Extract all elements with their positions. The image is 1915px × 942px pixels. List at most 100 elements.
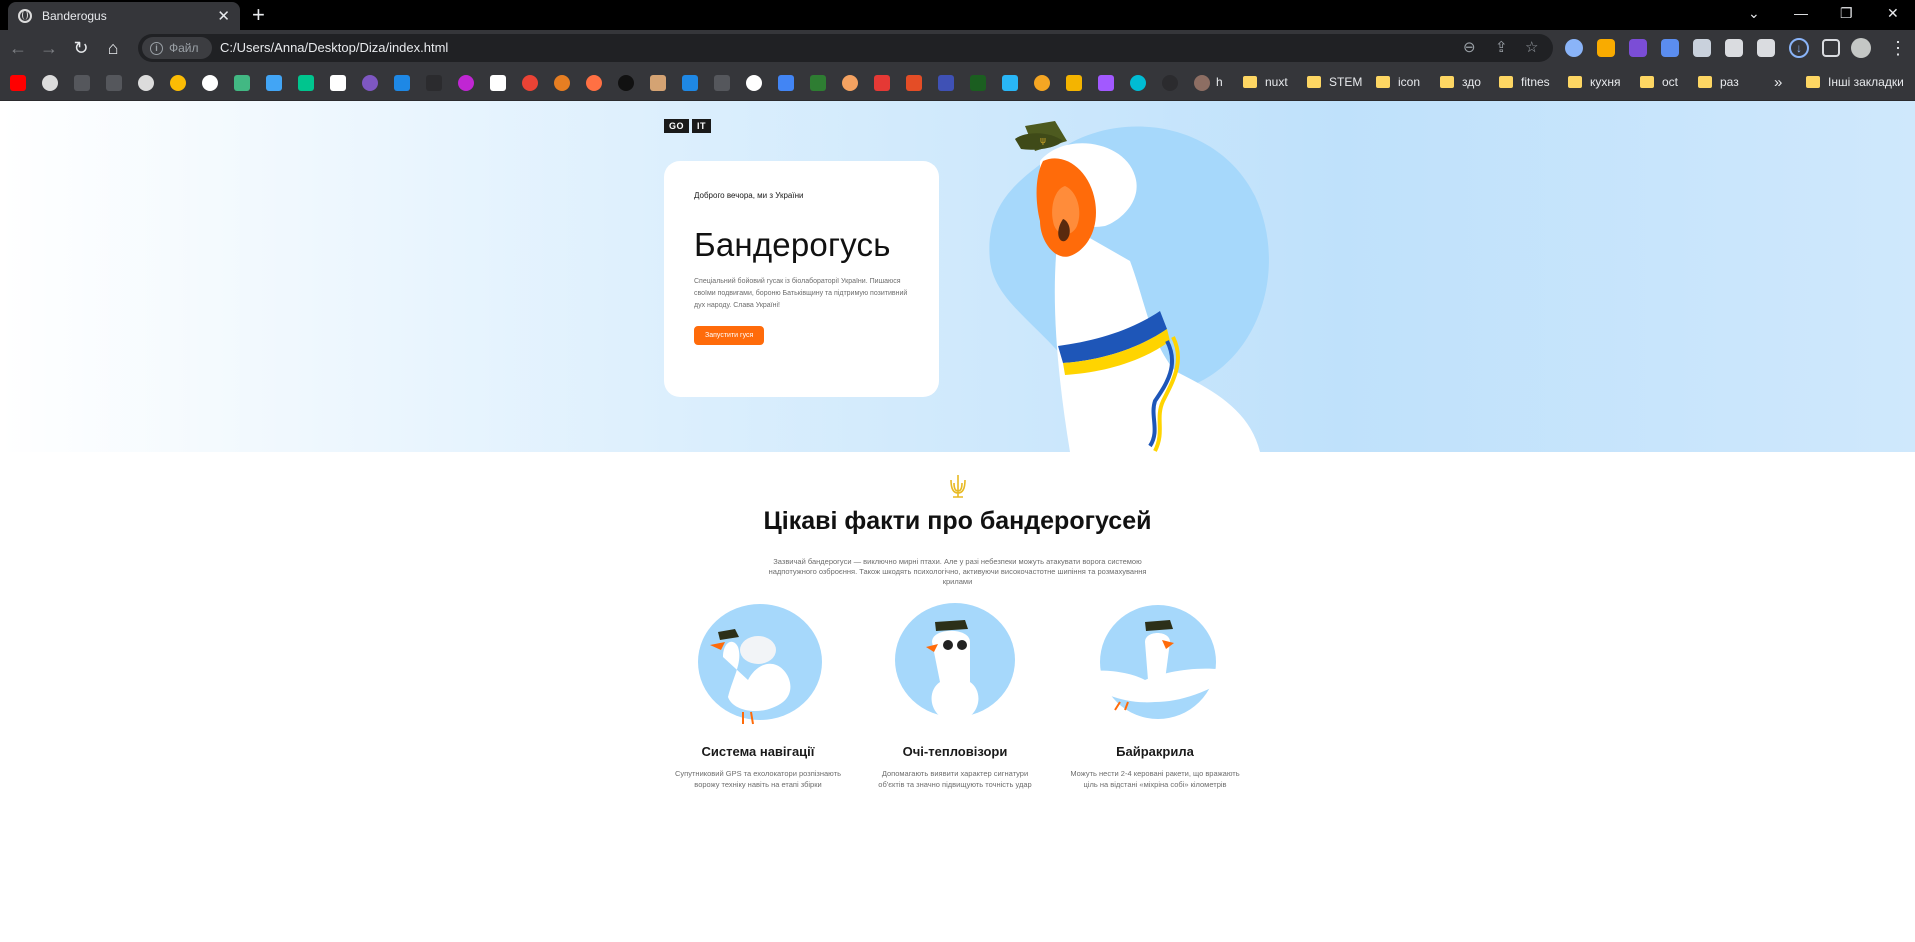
hero-subtitle: Доброго вечора, ми з України — [694, 191, 804, 200]
home-button[interactable]: ⌂ — [101, 36, 125, 60]
tab-search-icon[interactable]: ⌄ — [1748, 2, 1760, 24]
bookmark-icon[interactable] — [1130, 75, 1146, 91]
minimize-button[interactable]: — — [1794, 2, 1808, 24]
bookmark-icon[interactable] — [458, 75, 474, 91]
zoom-icon[interactable]: ⊖ — [1463, 38, 1476, 58]
folder-label: icon — [1398, 75, 1421, 89]
bookmark-icon[interactable] — [394, 75, 410, 91]
feature-text: Допомагають виявити характер сигнатури о… — [878, 769, 1032, 789]
bookmark-folder[interactable]: fitnes — [1499, 75, 1550, 89]
extension-icon[interactable] — [1629, 39, 1647, 57]
bookmark-folder[interactable]: раз — [1698, 75, 1739, 89]
close-icon[interactable]: ✕ — [217, 9, 230, 24]
media-icon[interactable] — [1757, 39, 1775, 57]
extension-icon[interactable] — [1597, 39, 1615, 57]
extension-icon[interactable] — [1565, 39, 1583, 57]
bookmark-folder[interactable]: STEM — [1307, 75, 1362, 89]
bulb-icon[interactable] — [170, 75, 186, 91]
extension-icon[interactable] — [1661, 39, 1679, 57]
vuetify-icon[interactable] — [266, 75, 282, 91]
bookmark-icon[interactable] — [522, 75, 538, 91]
vue-icon[interactable] — [234, 75, 250, 91]
hero-section: GO IT Доброго вечора, ми з України Банде… — [0, 101, 1915, 452]
bookmark-icon[interactable] — [746, 75, 762, 91]
profile-icon[interactable] — [1851, 38, 1871, 58]
bookmark-icon[interactable] — [74, 75, 90, 91]
browser-tab[interactable]: Banderogus ✕ — [8, 2, 240, 30]
browser-toolbar: ← → ↻ ⌂ i Файл C:/Users/Anna/Desktop/Diz… — [0, 30, 1915, 66]
feature-text: Супутниковий GPS та ехолокатори розпізна… — [675, 769, 841, 789]
bookmark-icon[interactable] — [874, 75, 890, 91]
side-panel-icon[interactable] — [1822, 39, 1840, 57]
bookmark-star-icon[interactable]: ☆ — [1525, 38, 1538, 58]
trident-icon — [950, 475, 966, 498]
address-bar[interactable]: i Файл C:/Users/Anna/Desktop/Diza/index.… — [138, 34, 1553, 62]
folder-label: раз — [1720, 75, 1739, 89]
bookmark-icon[interactable] — [842, 75, 858, 91]
translate-icon[interactable] — [778, 75, 794, 91]
bookmark-icon[interactable] — [1002, 75, 1018, 91]
globe-icon — [18, 9, 32, 23]
bookmark-folder[interactable]: кухня — [1568, 75, 1621, 89]
url-text[interactable]: C:/Users/Anna/Desktop/Diza/index.html — [220, 40, 448, 55]
browser-titlebar: Banderogus ✕ + ⌄ — ❐ ✕ — [0, 0, 1915, 30]
bookmark-icon[interactable] — [202, 75, 218, 91]
bookmark-icon[interactable] — [1194, 75, 1210, 91]
puzzle-icon[interactable] — [1725, 39, 1743, 57]
bookmark-icon[interactable] — [810, 75, 826, 91]
bookmarks-overflow-button[interactable]: » — [1774, 74, 1782, 91]
bookmark-h[interactable]: h — [1216, 75, 1223, 89]
nuxt-icon[interactable] — [298, 75, 314, 91]
feature-title: Байракрила — [1116, 744, 1194, 759]
share-icon[interactable]: ⇪ — [1495, 38, 1508, 58]
youtube-icon[interactable] — [10, 75, 26, 91]
back-button[interactable]: ← — [6, 36, 30, 60]
bookmark-icon[interactable] — [554, 75, 570, 91]
bookmark-folder[interactable]: oct — [1640, 75, 1678, 89]
folder-label: nuxt — [1265, 75, 1288, 89]
goit-logo[interactable]: GO IT — [664, 119, 712, 133]
folder-icon — [1440, 76, 1454, 88]
bookmark-folder[interactable]: здо — [1440, 75, 1481, 89]
logo-go: GO — [664, 119, 690, 133]
bookmark-icon[interactable] — [330, 75, 346, 91]
restore-button[interactable]: ❐ — [1840, 2, 1853, 24]
tab-title: Banderogus — [42, 9, 107, 23]
bookmark-icon[interactable] — [106, 75, 122, 91]
reload-button[interactable]: ↻ — [69, 36, 93, 60]
launch-goose-button[interactable]: Запустити гуся — [694, 326, 765, 345]
goose-wings-illustration — [1075, 605, 1238, 719]
facts-section: Цікаві факти про бандерогусей Зазвичай б… — [0, 452, 1915, 942]
folder-icon — [1806, 76, 1820, 88]
globe-icon[interactable] — [138, 75, 154, 91]
amazon-icon[interactable] — [618, 75, 634, 91]
download-icon[interactable]: ↓ — [1789, 38, 1809, 58]
bookmark-icon[interactable] — [586, 75, 602, 91]
bookmark-icon[interactable] — [682, 75, 698, 91]
bookmark-folder[interactable]: nuxt — [1243, 75, 1288, 89]
shield-icon[interactable] — [1693, 39, 1711, 57]
figma-icon[interactable] — [1098, 75, 1114, 91]
forward-button[interactable]: → — [37, 36, 61, 60]
bookmark-icon[interactable] — [1162, 75, 1178, 91]
bookmark-folder[interactable]: icon — [1376, 75, 1420, 89]
new-tab-button[interactable]: + — [252, 3, 265, 27]
bookmark-icon[interactable] — [1066, 75, 1082, 91]
menu-icon[interactable]: ⋮ — [1886, 36, 1910, 60]
window-close-button[interactable]: ✕ — [1887, 2, 1899, 24]
goose-binoculars-illustration — [895, 603, 1015, 722]
bookmark-icon[interactable] — [970, 75, 986, 91]
bookmark-icon[interactable] — [490, 75, 506, 91]
bookmark-icon[interactable] — [362, 75, 378, 91]
bookmark-icon[interactable] — [938, 75, 954, 91]
bookmark-icon[interactable] — [1034, 75, 1050, 91]
goose-navigation-illustration — [698, 604, 822, 725]
html5-icon[interactable] — [906, 75, 922, 91]
bookmark-icon[interactable] — [650, 75, 666, 91]
globe-icon[interactable] — [42, 75, 58, 91]
other-bookmarks-folder[interactable]: Інші закладки — [1806, 75, 1904, 89]
folder-label: кухня — [1590, 75, 1621, 89]
site-info-chip[interactable]: i Файл — [142, 37, 212, 59]
bookmark-icon[interactable] — [714, 75, 730, 91]
bookmark-icon[interactable] — [426, 75, 442, 91]
